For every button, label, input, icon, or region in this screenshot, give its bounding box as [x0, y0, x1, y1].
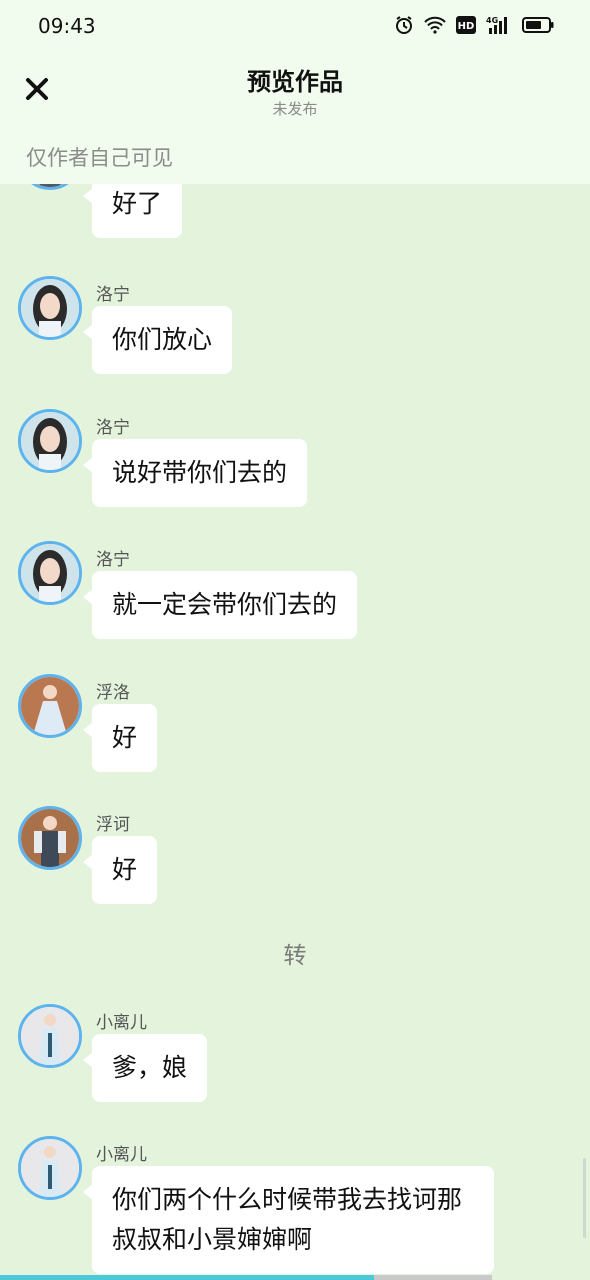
message-bubble[interactable]: 你们放心 — [82, 306, 233, 374]
status-time: 09:43 — [38, 14, 96, 38]
status-bar: 09:43 HD 4G — [0, 0, 590, 52]
avatar[interactable] — [18, 409, 82, 473]
visibility-note: 仅作者自己可见 — [26, 146, 173, 170]
message-bubble[interactable]: 好 — [82, 704, 158, 772]
wifi-icon — [424, 16, 446, 34]
avatar[interactable] — [18, 184, 82, 190]
sender-name: 洛宁 — [96, 285, 130, 305]
page-title: 预览作品 — [247, 68, 343, 96]
hd-icon: HD — [456, 16, 476, 34]
playback-progress[interactable] — [0, 1275, 492, 1280]
status-icons: HD 4G — [394, 15, 554, 35]
avatar[interactable] — [18, 1004, 82, 1068]
sender-name: 小离儿 — [96, 1145, 147, 1165]
message-bubble[interactable]: 好了 — [82, 184, 183, 238]
message-bubble[interactable]: 你们两个什么时候带我去找诃那叔叔和小景婶婶啊 — [83, 1166, 494, 1274]
avatar[interactable] — [18, 674, 82, 738]
avatar[interactable] — [18, 1136, 82, 1200]
avatar[interactable] — [18, 806, 82, 870]
avatar[interactable] — [18, 276, 82, 340]
scene-divider: 转 — [283, 943, 307, 969]
message-bubble[interactable]: 说好带你们去的 — [82, 439, 308, 507]
avatar[interactable] — [18, 541, 82, 605]
svg-text:4G: 4G — [486, 16, 498, 25]
preview-header: 预览作品 未发布 仅作者自己可见 — [0, 52, 590, 184]
sender-name: 洛宁 — [96, 550, 130, 570]
chat-list[interactable]: 好了 洛宁 你们放心 洛宁 说好带你们去的 洛宁 就一定会带你们去的 浮洛 好 — [0, 184, 590, 1280]
sender-name: 浮洛 — [96, 683, 130, 703]
message-bubble[interactable]: 好 — [82, 836, 158, 904]
4g-signal-icon: 4G — [486, 15, 512, 35]
scrollbar[interactable] — [583, 1158, 586, 1238]
publish-status: 未发布 — [272, 100, 318, 118]
message-bubble[interactable]: 爹，娘 — [82, 1034, 208, 1102]
battery-icon — [522, 16, 554, 34]
sender-name: 小离儿 — [96, 1013, 147, 1033]
message-bubble[interactable]: 就一定会带你们去的 — [82, 571, 358, 639]
progress-fill — [0, 1275, 374, 1280]
sender-name: 浮诃 — [96, 815, 130, 835]
alarm-icon — [394, 15, 414, 35]
sender-name: 洛宁 — [96, 418, 130, 438]
svg-text:HD: HD — [458, 21, 475, 32]
